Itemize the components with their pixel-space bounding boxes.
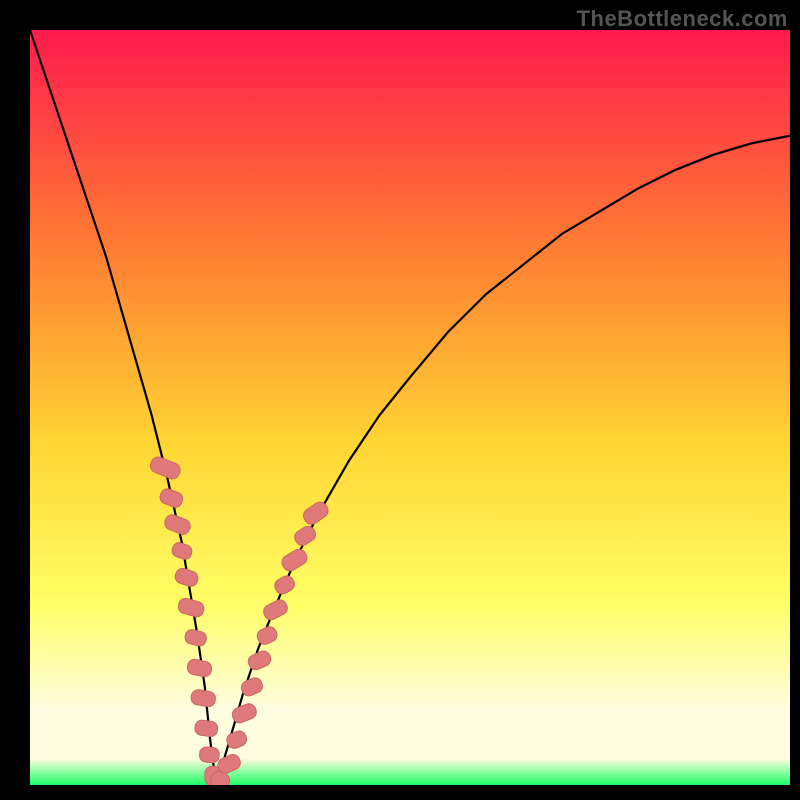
plot-area bbox=[30, 30, 790, 785]
chart-frame: TheBottleneck.com bbox=[0, 0, 800, 800]
chart-svg bbox=[30, 30, 790, 785]
gradient-background bbox=[30, 30, 790, 785]
watermark-text: TheBottleneck.com bbox=[577, 6, 788, 32]
data-marker bbox=[199, 746, 220, 763]
